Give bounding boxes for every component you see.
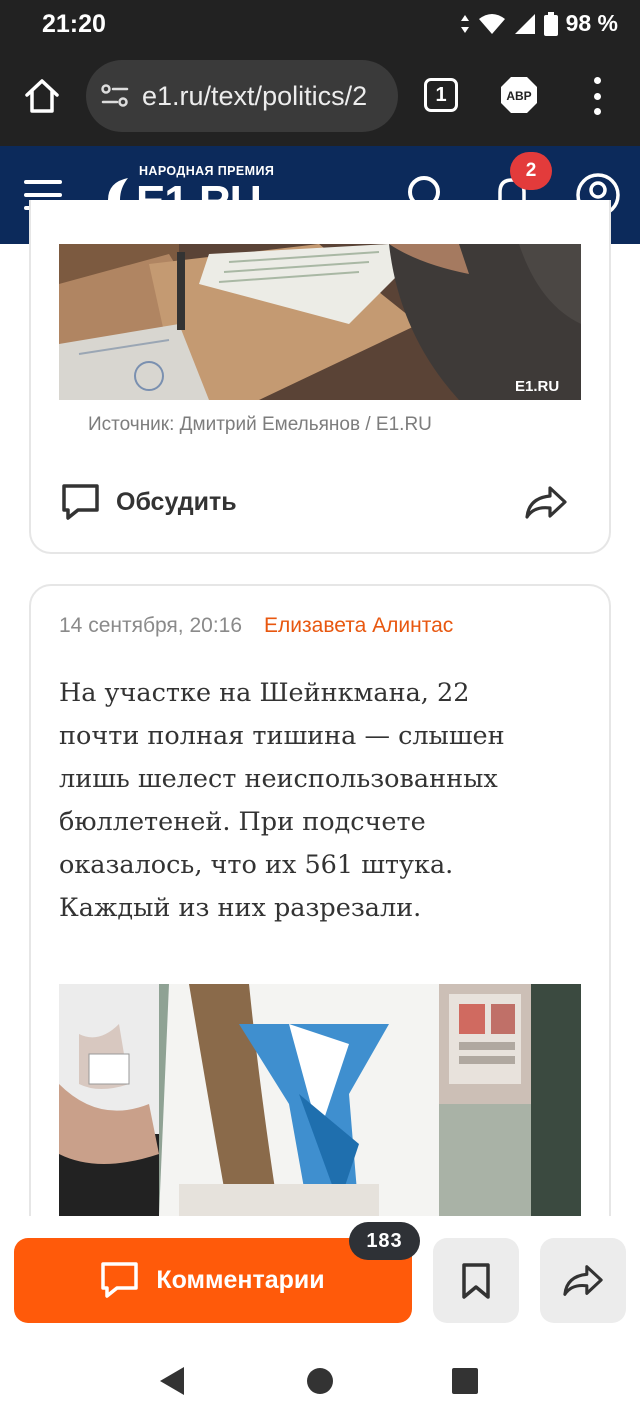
site-settings-icon[interactable]: [100, 82, 130, 110]
browser-menu-button[interactable]: [590, 77, 604, 115]
menu-dot: [593, 92, 601, 100]
battery-icon: [543, 11, 558, 36]
post-photo-counting[interactable]: [59, 984, 581, 1216]
post-photo-ballots[interactable]: E1.RU: [59, 244, 581, 400]
ballots-photo-illustration: E1.RU: [59, 244, 581, 400]
battery-percent: 98 %: [565, 10, 618, 36]
url-text[interactable]: e1.ru/text/politics/2: [142, 81, 367, 112]
post-text-line: почти полная тишина — слышен: [59, 721, 505, 751]
hamburger-line: [24, 180, 62, 184]
discuss-button[interactable]: Обсудить: [62, 484, 237, 521]
status-time: 21:20: [42, 10, 106, 38]
address-bar[interactable]: e1.ru/text/politics/2: [86, 60, 398, 132]
post-text: На участке на Шейнкмана, 22 почти полная…: [59, 672, 579, 930]
bookmark-icon: [462, 1262, 490, 1299]
menu-dot: [593, 108, 601, 115]
status-indicators: 98 %: [460, 10, 618, 37]
data-arrows-icon: [460, 14, 469, 33]
home-circle-icon[interactable]: [306, 1367, 334, 1395]
signal-icon: [514, 13, 535, 34]
photo-source-caption: Источник: Дмитрий Емельянов / E1.RU: [88, 414, 432, 435]
back-icon[interactable]: [158, 1366, 186, 1396]
comments-count-badge: 183: [349, 1222, 420, 1260]
share-icon: [563, 1264, 603, 1296]
comment-bubble-icon: [101, 1262, 139, 1298]
logo-prize-text: НАРОДНАЯ ПРЕМИЯ: [139, 164, 275, 178]
browser-toolbar: e1.ru/text/politics/2 1 ABP: [0, 50, 640, 146]
post-text-line: Каждый из них разрезали.: [59, 893, 422, 923]
system-navigation-bar: [0, 1336, 640, 1423]
page: 21:20 98 % e1.ru/text/politics/2 1 ABP Н…: [0, 0, 640, 1423]
post-text-line: бюллетеней. При подсчете: [59, 807, 426, 837]
recents-square-icon[interactable]: [451, 1367, 479, 1395]
comment-bubble-icon: [62, 484, 99, 520]
wifi-icon: [478, 13, 505, 34]
bookmark-button[interactable]: [433, 1238, 519, 1323]
adblock-icon[interactable]: ABP: [500, 76, 538, 114]
hamburger-line: [24, 193, 62, 197]
post-author[interactable]: Елизавета Алинтас: [264, 614, 453, 638]
post-date: 14 сентября, 20:16: [59, 614, 243, 637]
tab-switcher-button[interactable]: 1: [424, 78, 458, 112]
post-meta: 14 сентября, 20:16 Елизавета Алинтас: [59, 614, 453, 638]
post-text-line: На участке на Шейнкмана, 22: [59, 678, 470, 708]
post-text-line: лишь шелест неиспользованных: [59, 764, 498, 794]
photo-watermark: E1.RU: [515, 378, 559, 395]
home-icon[interactable]: [22, 76, 62, 116]
share-button[interactable]: [540, 1238, 626, 1323]
adblock-label: ABP: [506, 89, 531, 103]
notifications-badge[interactable]: 2: [510, 152, 552, 190]
counting-photo-illustration: [59, 984, 581, 1216]
status-bar: 21:20 98 %: [0, 0, 640, 50]
post-text-line: оказалось, что их 561 штука.: [59, 850, 454, 880]
share-icon[interactable]: [524, 486, 568, 520]
discuss-label: Обсудить: [116, 488, 237, 516]
menu-dot: [593, 77, 601, 84]
comments-label: Комментарии: [156, 1266, 325, 1294]
